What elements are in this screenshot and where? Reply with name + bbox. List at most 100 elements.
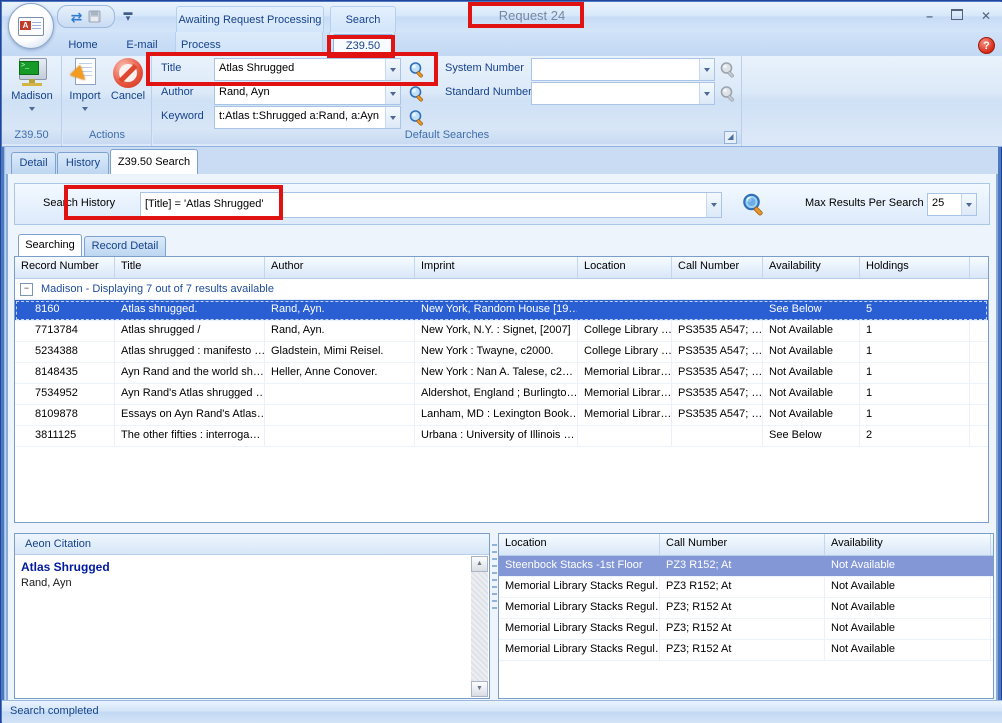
standard-number-dropdown-button[interactable] [699, 83, 714, 104]
column-header[interactable]: Availability [825, 534, 991, 555]
group-row[interactable]: −Madison - Displaying 7 out of 7 results… [15, 279, 988, 300]
column-header[interactable]: Location [499, 534, 660, 555]
table-cell [265, 384, 415, 404]
citation-panel-header: Aeon Citation [15, 534, 489, 555]
column-header[interactable]: Location [578, 257, 672, 278]
column-header[interactable]: Call Number [672, 257, 763, 278]
title-search-button[interactable] [405, 58, 429, 81]
search-history-dropdown-button[interactable] [706, 193, 721, 217]
system-number-label: System Number [445, 62, 524, 74]
ribbon-tab-z3950[interactable]: Z39.50 [333, 34, 393, 56]
cancel-button[interactable]: Cancel [107, 58, 149, 124]
title-dropdown-button[interactable] [385, 59, 400, 80]
column-header[interactable]: Imprint [415, 257, 578, 278]
minimize-button[interactable]: – [926, 9, 933, 23]
magnifier-disabled-icon [719, 61, 737, 79]
table-cell: PS3535 A547; … [672, 321, 763, 341]
author-dropdown-button[interactable] [385, 83, 400, 104]
maximize-button[interactable] [951, 9, 963, 23]
keyword-search-button[interactable] [405, 106, 429, 129]
tab-record-detail[interactable]: Record Detail [84, 236, 166, 256]
table-row[interactable]: 3811125The other fifties : interroga…Urb… [15, 426, 988, 447]
quick-access-toolbar: ⇄ [57, 5, 115, 28]
row-indent [15, 321, 29, 341]
scroll-down-icon[interactable]: ▼ [471, 681, 488, 697]
standard-number-search-button-disabled[interactable] [716, 82, 740, 105]
title-search-input[interactable]: Atlas Shrugged [214, 58, 401, 81]
customize-qat-chevron-icon[interactable]: ▬▾ [121, 9, 135, 23]
table-row[interactable]: 8109878Essays on Ayn Rand's Atlas…Lanham… [15, 405, 988, 426]
scroll-up-icon[interactable]: ▲ [471, 556, 488, 572]
table-row[interactable]: 7713784Atlas shrugged /Rand, Ayn.New Yor… [15, 321, 988, 342]
row-indent [15, 384, 29, 404]
column-header[interactable]: Record Number [15, 257, 115, 278]
import-dropdown-icon[interactable] [82, 107, 88, 111]
collapse-group-icon[interactable]: − [20, 283, 33, 296]
tab-history[interactable]: History [57, 152, 109, 174]
table-cell: PZ3 R152; At [660, 577, 825, 597]
max-results-dropdown-button[interactable] [961, 194, 976, 215]
ribbon: Madison Z39.50 Import Cancel Actions [2, 56, 1002, 147]
search-history-dropdown[interactable]: [Title] = 'Atlas Shrugged' [140, 192, 722, 218]
magnifier-icon [408, 61, 426, 79]
panel-splitter[interactable] [492, 544, 497, 614]
row-indent [15, 405, 29, 425]
column-header[interactable]: Holdings [860, 257, 970, 278]
save-icon[interactable] [88, 10, 101, 23]
column-header[interactable]: Title [115, 257, 265, 278]
table-row[interactable]: Memorial Library Stacks Regul…PZ3; R152 … [499, 598, 993, 619]
column-header[interactable]: Availability [763, 257, 860, 278]
ribbon-tab-home[interactable]: Home [58, 34, 108, 56]
table-cell: 1 [860, 342, 970, 362]
holdings-detail-table[interactable]: LocationCall NumberAvailabilitySteenbock… [498, 533, 994, 699]
table-row[interactable]: Memorial Library Stacks Regul…PZ3; R152 … [499, 619, 993, 640]
search-results-table[interactable]: Record NumberTitleAuthorImprintLocationC… [14, 256, 989, 523]
author-search-button[interactable] [405, 82, 429, 105]
help-button[interactable]: ? [978, 37, 995, 54]
system-number-input[interactable] [531, 58, 715, 81]
column-header[interactable]: Call Number [660, 534, 825, 555]
tab-detail[interactable]: Detail [11, 152, 56, 174]
table-cell: Memorial Library Stacks Regul… [499, 640, 660, 660]
refresh-icon[interactable]: ⇄ [71, 10, 83, 24]
author-search-input[interactable]: Rand, Ayn [214, 82, 401, 105]
standard-number-input[interactable] [531, 82, 715, 105]
keyword-search-input[interactable]: t:Atlas t:Shrugged a:Rand, a:Ayn [214, 106, 401, 129]
table-cell: Not Available [763, 342, 860, 362]
madison-dropdown-icon[interactable] [29, 107, 35, 111]
dialog-launcher-icon[interactable]: ◢ [724, 131, 737, 144]
column-header[interactable]: Author [265, 257, 415, 278]
madison-server-button[interactable]: Madison [10, 58, 54, 124]
system-number-search-button-disabled[interactable] [716, 58, 740, 81]
system-number-dropdown-button[interactable] [699, 59, 714, 80]
application-menu-button[interactable]: A [8, 3, 54, 49]
table-row[interactable]: 7534952Ayn Rand's Atlas shrugged …Alders… [15, 384, 988, 405]
max-results-dropdown[interactable]: 25 [927, 193, 977, 216]
chevron-down-icon [711, 203, 717, 207]
table-row[interactable]: Steenbock Stacks -1st FloorPZ3 R152; AtN… [499, 556, 993, 577]
table-cell: PZ3; R152 At [660, 640, 825, 660]
group-label-default-searches: Default Searches ◢ [153, 129, 741, 144]
keyword-dropdown-button[interactable] [385, 107, 400, 128]
table-cell: Not Available [763, 384, 860, 404]
table-row[interactable]: Memorial Library Stacks Regul…PZ3 R152; … [499, 577, 993, 598]
import-button[interactable]: Import [64, 58, 106, 124]
tab-z3950-search[interactable]: Z39.50 Search [110, 149, 198, 174]
status-text: Search completed [10, 705, 99, 717]
tab-searching[interactable]: Searching [18, 234, 82, 256]
contextual-group-awaiting-request-processing: Awaiting Request Processing [176, 6, 324, 32]
table-row[interactable]: 5234388Atlas shrugged : manifesto …Glads… [15, 342, 988, 363]
run-search-button[interactable] [737, 189, 771, 221]
table-row[interactable]: 8148435Ayn Rand and the world sh…Heller,… [15, 363, 988, 384]
table-cell: Memorial Librar… [578, 363, 672, 383]
citation-scrollbar[interactable]: ▲ ▼ [471, 556, 488, 697]
table-cell: Not Available [825, 598, 991, 618]
table-cell: PZ3; R152 At [660, 598, 825, 618]
table-row[interactable]: Memorial Library Stacks Regul…PZ3; R152 … [499, 640, 993, 661]
table-row[interactable]: 8160Atlas shrugged.Rand, Ayn.New York, R… [15, 300, 988, 321]
title-field-label: Title [161, 62, 181, 74]
table-cell: Not Available [825, 577, 991, 597]
ribbon-tab-email[interactable]: E-mail [113, 34, 171, 56]
close-button[interactable]: ✕ [981, 9, 991, 23]
ribbon-tab-process[interactable]: Process [181, 34, 243, 56]
